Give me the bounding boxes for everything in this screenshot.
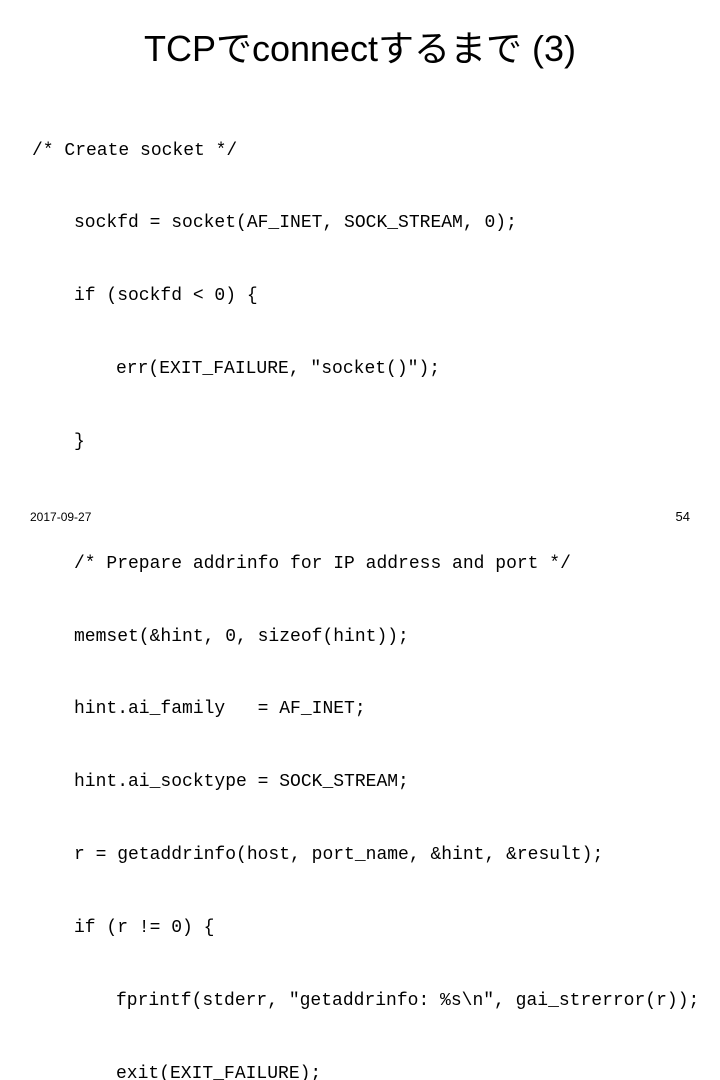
footer-date: 2017-09-27 xyxy=(30,510,91,524)
code-line: hint.ai_socktype = SOCK_STREAM; xyxy=(32,770,690,794)
code-line: err(EXIT_FAILURE, "socket()"); xyxy=(32,357,690,381)
code-line: /* Prepare addrinfo for IP address and p… xyxy=(32,552,690,576)
code-line: } xyxy=(32,430,690,454)
code-line: exit(EXIT_FAILURE); xyxy=(32,1062,690,1080)
footer: 2017-09-27 54 xyxy=(30,509,690,524)
code-line: if (r != 0) { xyxy=(32,916,690,940)
page-number: 54 xyxy=(676,509,690,524)
code-line: if (sockfd < 0) { xyxy=(32,284,690,308)
code-block: /* Create socket */ sockfd = socket(AF_I… xyxy=(30,90,690,1080)
code-line: sockfd = socket(AF_INET, SOCK_STREAM, 0)… xyxy=(32,211,690,235)
slide: TCPでconnectするまで (3) /* Create socket */ … xyxy=(0,0,720,540)
code-line: memset(&hint, 0, sizeof(hint)); xyxy=(32,625,690,649)
code-line: hint.ai_family = AF_INET; xyxy=(32,697,690,721)
code-line: r = getaddrinfo(host, port_name, &hint, … xyxy=(32,843,690,867)
slide-title: TCPでconnectするまで (3) xyxy=(30,20,690,72)
code-line: /* Create socket */ xyxy=(32,139,690,163)
code-line: fprintf(stderr, "getaddrinfo: %s\n", gai… xyxy=(32,989,690,1013)
